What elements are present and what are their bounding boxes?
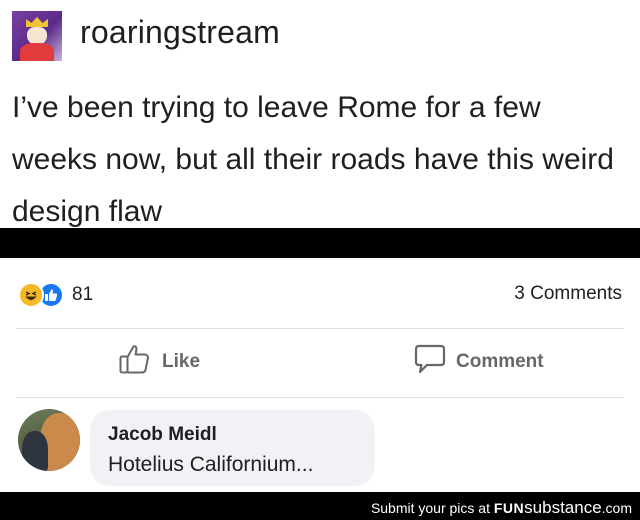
tumblr-post: roaringstream I’ve been trying to leave … bbox=[0, 0, 640, 228]
crown-icon bbox=[26, 17, 48, 27]
watermark-text: Submit your pics at FUNsubstance.com bbox=[371, 498, 632, 518]
comment-author[interactable]: Jacob Meidl bbox=[108, 424, 217, 446]
reaction-count: 81 bbox=[72, 284, 94, 305]
watermark-prefix: Submit your pics at bbox=[370, 500, 494, 516]
watermark-brand-bold: FUN bbox=[493, 500, 525, 516]
watermark-brand-rest: substance bbox=[524, 498, 602, 517]
thumbs-up-outline-icon bbox=[118, 343, 152, 381]
watermark-bar: Submit your pics at FUNsubstance.com bbox=[0, 492, 640, 520]
tumblr-post-text: I’ve been trying to leave Rome for a few… bbox=[12, 91, 614, 228]
divider bbox=[16, 328, 624, 329]
comment-button[interactable]: Comment bbox=[414, 343, 544, 381]
tumblr-avatar[interactable] bbox=[12, 11, 62, 61]
comments-count-link[interactable]: 3 Comments bbox=[514, 283, 622, 305]
comment-button-label: Comment bbox=[456, 351, 544, 372]
divider bbox=[16, 397, 624, 398]
like-button-label: Like bbox=[162, 351, 201, 372]
haha-emoji-icon bbox=[18, 282, 44, 308]
black-band bbox=[0, 228, 640, 258]
comment-text: Hotelius Californium... bbox=[108, 453, 314, 476]
tumblr-username[interactable]: roaringstream bbox=[80, 14, 280, 51]
like-button[interactable]: Like bbox=[118, 343, 200, 381]
comment-bubble[interactable]: Jacob Meidl Hotelius Californium... bbox=[90, 410, 375, 486]
watermark-suffix: .com bbox=[601, 500, 632, 516]
commenter-avatar[interactable] bbox=[18, 409, 80, 471]
reactions-summary[interactable]: 81 bbox=[18, 280, 93, 310]
avatar-person bbox=[22, 431, 48, 471]
comment-bubble-icon bbox=[414, 343, 446, 381]
avatar-robe bbox=[20, 43, 54, 61]
